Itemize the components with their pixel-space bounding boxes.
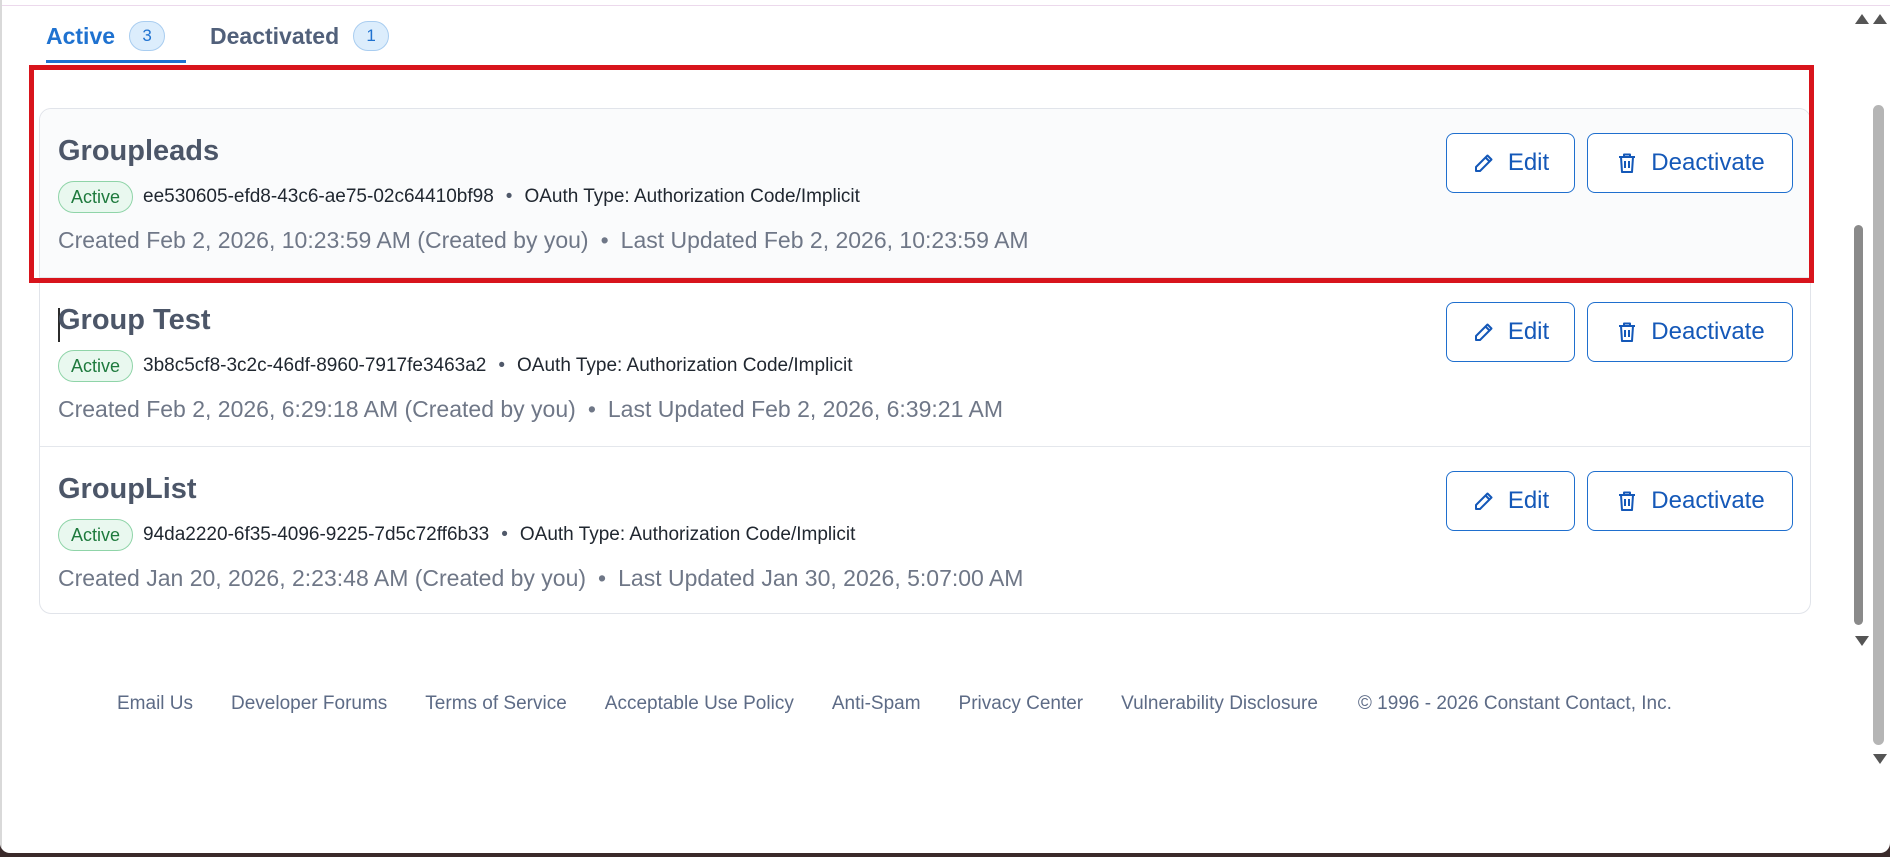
pencil-icon xyxy=(1474,492,1493,510)
tab-count-badge: 3 xyxy=(129,21,166,51)
scroll-down-arrow[interactable] xyxy=(1855,636,1869,646)
edit-label: Edit xyxy=(1507,149,1550,176)
copyright: © 1996 - 2026 Constant Contact, Inc. xyxy=(1357,693,1672,714)
trash-icon xyxy=(1619,153,1636,173)
separator: • xyxy=(587,396,596,422)
deactivate-button[interactable]: Deactivate xyxy=(1587,133,1793,193)
app-name: Groupleads xyxy=(58,135,220,167)
active-tab-indicator xyxy=(46,60,186,63)
deactivate-button[interactable]: Deactivate xyxy=(1587,302,1793,362)
tab-label: Active xyxy=(46,22,116,49)
tab-active[interactable]: Active 3 xyxy=(46,14,166,58)
footer-link-email-us[interactable]: Email Us xyxy=(117,693,193,715)
app-window: Active 3 Deactivated 1 Groupleads Active… xyxy=(0,0,1890,853)
footer-link-acceptable-use-policy[interactable]: Acceptable Use Policy xyxy=(605,693,794,715)
deactivate-label: Deactivate xyxy=(1651,149,1765,176)
outer-scroll-up-arrow[interactable] xyxy=(1873,14,1887,24)
edit-button[interactable]: Edit xyxy=(1446,302,1575,362)
app-dates: Created Feb 2, 2026, 10:23:59 AM (Create… xyxy=(58,227,1029,254)
tab-count-badge: 1 xyxy=(353,21,390,51)
status-badge: Active xyxy=(58,181,134,213)
edit-button[interactable]: Edit xyxy=(1446,471,1575,531)
outer-scrollbar-thumb[interactable] xyxy=(1873,105,1884,745)
tab-label: Deactivated xyxy=(210,22,340,49)
trash-icon xyxy=(1619,322,1636,342)
application-list: Groupleads Active ee530605-efd8-43c6-ae7… xyxy=(39,108,1811,614)
edit-label: Edit xyxy=(1507,318,1550,345)
app-id: ee530605-efd8-43c6-ae75-02c64410bf98 xyxy=(143,186,494,207)
separator: • xyxy=(505,186,513,207)
separator: • xyxy=(600,227,609,253)
app-meta: Active 3b8c5cf8-3c2c-46df-8960-7917fe346… xyxy=(58,350,853,382)
separator: • xyxy=(501,524,508,545)
footer-link-developer-forums[interactable]: Developer Forums xyxy=(231,693,387,715)
edit-label: Edit xyxy=(1507,487,1550,514)
app-name: GroupList xyxy=(58,473,197,505)
updated-date: Last Updated Feb 2, 2026, 10:23:59 AM xyxy=(620,227,1029,253)
app-meta: Active ee530605-efd8-43c6-ae75-02c64410b… xyxy=(58,181,860,213)
trash-icon xyxy=(1619,491,1636,511)
top-divider xyxy=(0,5,1890,6)
app-id: 94da2220-6f35-4096-9225-7d5c72ff6b33 xyxy=(143,524,490,545)
application-row: Groupleads Active ee530605-efd8-43c6-ae7… xyxy=(40,109,1810,277)
application-row: GroupList Active 94da2220-6f35-4096-9225… xyxy=(40,446,1810,614)
oauth-type: OAuth Type: Authorization Code/Implicit xyxy=(519,524,856,545)
scrollbar-thumb[interactable] xyxy=(1854,225,1863,625)
status-badge: Active xyxy=(58,519,134,551)
window-edge xyxy=(0,0,2,853)
app-dates: Created Feb 2, 2026, 6:29:18 AM (Created… xyxy=(58,396,1003,423)
tab-deactivated[interactable]: Deactivated 1 xyxy=(210,14,390,58)
app-id: 3b8c5cf8-3c2c-46df-8960-7917fe3463a2 xyxy=(143,355,487,376)
updated-date: Last Updated Jan 30, 2026, 5:07:00 AM xyxy=(618,565,1024,591)
footer-link-vulnerability-disclosure[interactable]: Vulnerability Disclosure xyxy=(1121,693,1318,715)
created-date: Created Jan 20, 2026, 2:23:48 AM (Create… xyxy=(58,565,587,591)
app-dates: Created Jan 20, 2026, 2:23:48 AM (Create… xyxy=(58,565,1023,592)
created-date: Created Feb 2, 2026, 10:23:59 AM (Create… xyxy=(58,227,589,253)
pencil-icon xyxy=(1474,323,1493,341)
outer-scroll-down-arrow[interactable] xyxy=(1873,754,1887,764)
pencil-icon xyxy=(1474,154,1493,172)
app-name: Group Test xyxy=(58,304,211,336)
deactivate-label: Deactivate xyxy=(1651,487,1765,514)
footer: Email Us Developer Forums Terms of Servi… xyxy=(117,693,1672,715)
status-badge: Active xyxy=(58,350,134,382)
footer-link-privacy-center[interactable]: Privacy Center xyxy=(959,693,1084,715)
deactivate-label: Deactivate xyxy=(1651,318,1765,345)
updated-date: Last Updated Feb 2, 2026, 6:39:21 AM xyxy=(607,396,1003,422)
separator: • xyxy=(498,355,506,376)
footer-link-anti-spam[interactable]: Anti-Spam xyxy=(832,693,921,715)
created-date: Created Feb 2, 2026, 6:29:18 AM (Created… xyxy=(58,396,576,422)
separator: • xyxy=(598,565,607,591)
oauth-type: OAuth Type: Authorization Code/Implicit xyxy=(517,355,853,376)
app-meta: Active 94da2220-6f35-4096-9225-7d5c72ff6… xyxy=(58,519,855,551)
oauth-type: OAuth Type: Authorization Code/Implicit xyxy=(524,186,860,207)
application-row: Group Test Active 3b8c5cf8-3c2c-46df-896… xyxy=(40,277,1810,445)
footer-link-terms-of-service[interactable]: Terms of Service xyxy=(425,693,566,715)
edit-button[interactable]: Edit xyxy=(1446,133,1575,193)
deactivate-button[interactable]: Deactivate xyxy=(1587,471,1793,531)
scroll-up-arrow[interactable] xyxy=(1855,14,1869,24)
